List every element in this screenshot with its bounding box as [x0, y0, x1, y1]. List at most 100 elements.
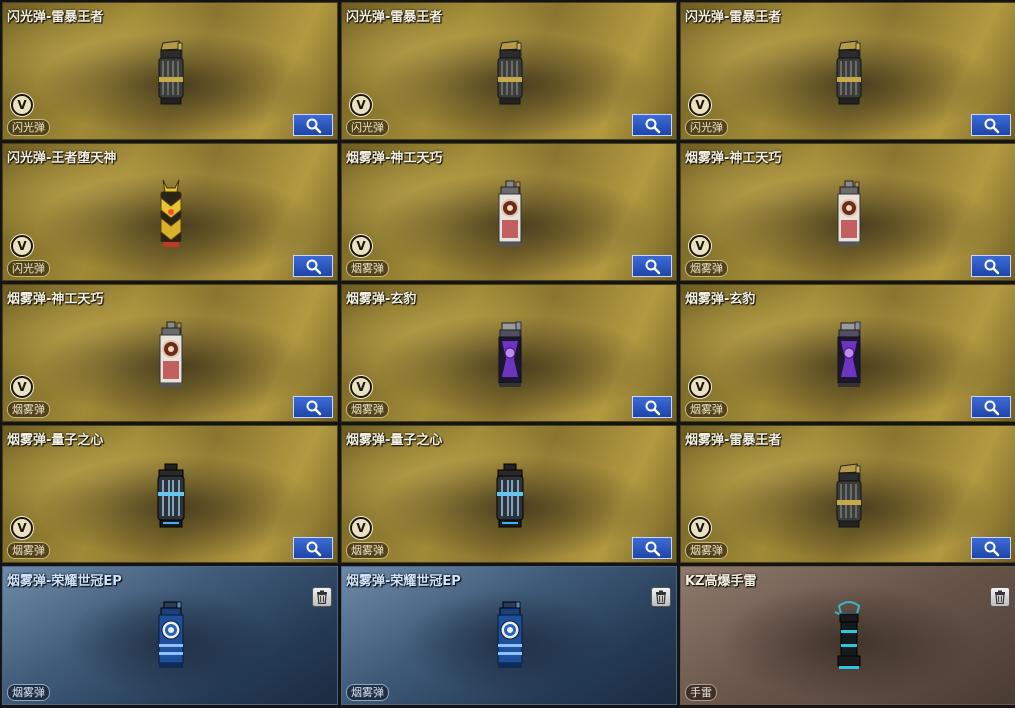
magnifier-icon: [306, 400, 322, 416]
preview-button[interactable]: [293, 537, 333, 559]
item-title: 闪光弹-王者堕天神: [7, 151, 117, 166]
item-type-tag: 烟雾弹: [7, 401, 50, 418]
item-type-tag: 闪光弹: [346, 119, 389, 136]
item-card[interactable]: 烟雾弹-玄豹 V 烟雾弹: [341, 284, 677, 422]
item-type-tag: 手雷: [685, 684, 717, 701]
grenade-thunder-image: [836, 40, 862, 105]
v-badge-icon: V: [689, 376, 711, 398]
v-badge-icon: V: [350, 94, 372, 116]
magnifier-icon: [984, 259, 1000, 275]
item-type-tag: 闪光弹: [7, 119, 50, 136]
v-badge-icon: V: [350, 376, 372, 398]
preview-button[interactable]: [632, 537, 672, 559]
item-card[interactable]: 闪光弹-王者堕天神 V 闪光弹: [2, 143, 338, 281]
item-title: 烟雾弹-量子之心: [346, 433, 443, 448]
v-badge-icon: V: [11, 376, 33, 398]
item-title: 烟雾弹-量子之心: [7, 433, 104, 448]
v-badge-icon: V: [11, 517, 33, 539]
item-card[interactable]: 闪光弹-雷暴王者 V 闪光弹: [680, 2, 1015, 140]
smoke-grenade-craft-image: [498, 180, 522, 246]
preview-button[interactable]: [632, 396, 672, 418]
delete-button[interactable]: [312, 587, 332, 607]
magnifier-icon: [645, 118, 661, 134]
item-card[interactable]: 烟雾弹-量子之心 V 烟雾弹: [2, 425, 338, 563]
v-badge-icon: V: [689, 517, 711, 539]
preview-button[interactable]: [971, 255, 1011, 277]
item-type-tag: 烟雾弹: [7, 542, 50, 559]
trash-icon: [995, 590, 1005, 604]
item-title: 烟雾弹-神工天巧: [7, 292, 104, 307]
magnifier-icon: [984, 541, 1000, 557]
magnifier-icon: [984, 118, 1000, 134]
item-type-tag: 烟雾弹: [7, 684, 50, 701]
preview-button[interactable]: [632, 114, 672, 136]
item-type-tag: 烟雾弹: [685, 401, 728, 418]
smoke-grenade-glory-image: [158, 601, 184, 668]
item-title: 烟雾弹-神工天巧: [346, 151, 443, 166]
preview-button[interactable]: [293, 114, 333, 136]
smoke-grenade-craft-image: [159, 321, 183, 387]
smoke-grenade-quantum-image: [496, 463, 524, 528]
smoke-grenade-panther-image: [498, 321, 522, 387]
trash-icon: [656, 590, 666, 604]
item-card[interactable]: 烟雾弹-神工天巧 V 烟雾弹: [2, 284, 338, 422]
magnifier-icon: [306, 541, 322, 557]
item-title: 烟雾弹-玄豹: [346, 292, 417, 307]
smoke-grenade-glory-image: [497, 601, 523, 668]
item-type-tag: 烟雾弹: [685, 542, 728, 559]
item-card[interactable]: 烟雾弹-神工天巧 V 烟雾弹: [341, 143, 677, 281]
item-card[interactable]: 烟雾弹-神工天巧 V 烟雾弹: [680, 143, 1015, 281]
item-card[interactable]: 烟雾弹-量子之心 V 烟雾弹: [341, 425, 677, 563]
smoke-grenade-craft-image: [837, 180, 861, 246]
item-card[interactable]: KZ高爆手雷 手雷: [680, 566, 1015, 705]
item-type-tag: 烟雾弹: [346, 401, 389, 418]
preview-button[interactable]: [971, 114, 1011, 136]
trash-icon: [317, 590, 327, 604]
smoke-grenade-quantum-image: [157, 463, 185, 528]
v-badge-icon: V: [689, 94, 711, 116]
magnifier-icon: [306, 259, 322, 275]
item-title: 烟雾弹-荣耀世冠EP: [346, 574, 461, 589]
item-type-tag: 闪光弹: [685, 119, 728, 136]
item-card[interactable]: 烟雾弹-雷暴王者 V 烟雾弹: [680, 425, 1015, 563]
magnifier-icon: [645, 400, 661, 416]
item-card[interactable]: 烟雾弹-玄豹 V 烟雾弹: [680, 284, 1015, 422]
smoke-grenade-panther-image: [837, 321, 861, 387]
kz-grenade-image: [834, 601, 861, 669]
item-type-tag: 闪光弹: [7, 260, 50, 277]
item-card[interactable]: 烟雾弹-荣耀世冠EP 烟雾弹: [2, 566, 338, 705]
magnifier-icon: [645, 541, 661, 557]
delete-button[interactable]: [990, 587, 1010, 607]
preview-button[interactable]: [293, 396, 333, 418]
magnifier-icon: [984, 400, 1000, 416]
v-badge-icon: V: [350, 517, 372, 539]
v-badge-icon: V: [350, 235, 372, 257]
item-title: 烟雾弹-神工天巧: [685, 151, 782, 166]
v-badge-icon: V: [11, 94, 33, 116]
preview-button[interactable]: [293, 255, 333, 277]
item-title: 闪光弹-雷暴王者: [7, 10, 104, 25]
inventory-grid: 闪光弹-雷暴王者 V 闪光弹 闪光弹-雷暴王者 V 闪光弹 闪光弹-雷暴王者 V…: [0, 0, 1015, 708]
item-type-tag: 烟雾弹: [685, 260, 728, 277]
grenade-thunder-image: [158, 40, 184, 105]
item-card[interactable]: 烟雾弹-荣耀世冠EP 烟雾弹: [341, 566, 677, 705]
item-card[interactable]: 闪光弹-雷暴王者 V 闪光弹: [2, 2, 338, 140]
item-title: 烟雾弹-荣耀世冠EP: [7, 574, 122, 589]
delete-button[interactable]: [651, 587, 671, 607]
item-title: KZ高爆手雷: [685, 574, 757, 589]
grenade-thunder-image: [497, 40, 523, 105]
item-title: 烟雾弹-雷暴王者: [685, 433, 782, 448]
item-title: 闪光弹-雷暴王者: [685, 10, 782, 25]
magnifier-icon: [306, 118, 322, 134]
v-badge-icon: V: [689, 235, 711, 257]
preview-button[interactable]: [632, 255, 672, 277]
grenade-fallen-god-image: [160, 179, 182, 247]
item-type-tag: 烟雾弹: [346, 684, 389, 701]
v-badge-icon: V: [11, 235, 33, 257]
magnifier-icon: [645, 259, 661, 275]
item-type-tag: 烟雾弹: [346, 260, 389, 277]
item-title: 烟雾弹-玄豹: [685, 292, 756, 307]
item-card[interactable]: 闪光弹-雷暴王者 V 闪光弹: [341, 2, 677, 140]
preview-button[interactable]: [971, 396, 1011, 418]
preview-button[interactable]: [971, 537, 1011, 559]
